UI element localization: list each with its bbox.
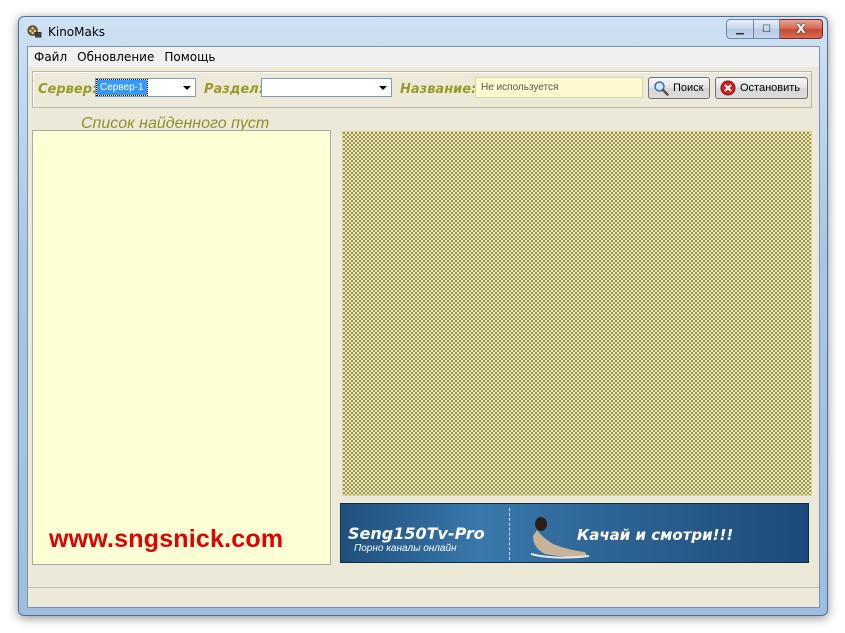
server-label: Сервер: (38, 82, 98, 97)
film-reel-icon (27, 25, 42, 38)
preview-area (342, 131, 812, 496)
minimize-button[interactable]: ▁ (726, 19, 754, 39)
stop-button-label: Остановить (740, 82, 801, 94)
chevron-down-icon[interactable] (179, 80, 194, 95)
stop-icon (720, 80, 736, 96)
app-window: KinoMaks ▁ ☐ X Файл Обновление Помощь Се… (18, 16, 828, 616)
search-toolbar: Сервер: Сервер-1 Раздел: Название: Не ис… (32, 71, 812, 108)
section-select-value (263, 80, 269, 95)
section-select[interactable] (261, 78, 392, 97)
search-icon (654, 81, 669, 96)
menu-update[interactable]: Обновление (72, 50, 159, 64)
maximize-icon: ☐ (762, 23, 771, 35)
window-title: KinoMaks (48, 25, 106, 39)
menu-file[interactable]: Файл (28, 50, 72, 64)
name-label: Название: (400, 82, 477, 97)
banner-cta: Качай и смотри!!! (577, 526, 734, 544)
banner-title: Seng150Tv-Pro (348, 524, 485, 543)
menu-help[interactable]: Помощь (159, 50, 220, 64)
menu-bar: Файл Обновление Помощь (28, 47, 819, 67)
ad-banner[interactable]: Seng150Tv-Pro Порно каналы онлайн Качай … (340, 503, 809, 563)
stop-button[interactable]: Остановить (715, 77, 808, 99)
minimize-icon: ▁ (736, 23, 744, 35)
search-button[interactable]: Поиск (648, 77, 710, 99)
results-list[interactable]: www.sngsnick.com (32, 130, 331, 565)
client-area: Файл Обновление Помощь Сервер: Сервер-1 … (27, 46, 820, 608)
section-label: Раздел: (204, 82, 264, 97)
name-input[interactable]: Не используется (475, 77, 643, 98)
title-bar[interactable]: KinoMaks ▁ ☐ X (19, 17, 827, 45)
banner-subtitle: Порно каналы онлайн (354, 543, 457, 554)
maximize-button[interactable]: ☐ (754, 19, 780, 39)
watermark-text: www.sngsnick.com (49, 525, 284, 553)
search-button-label: Поиск (673, 82, 704, 94)
status-bar (28, 587, 819, 607)
close-button[interactable]: X (780, 19, 823, 39)
server-select-value: Сервер-1 (96, 79, 148, 96)
banner-divider (509, 508, 510, 560)
close-icon: X (796, 22, 806, 36)
server-select[interactable]: Сервер-1 (95, 78, 196, 97)
caption-buttons: ▁ ☐ X (726, 19, 823, 39)
chevron-down-icon[interactable] (375, 80, 390, 95)
